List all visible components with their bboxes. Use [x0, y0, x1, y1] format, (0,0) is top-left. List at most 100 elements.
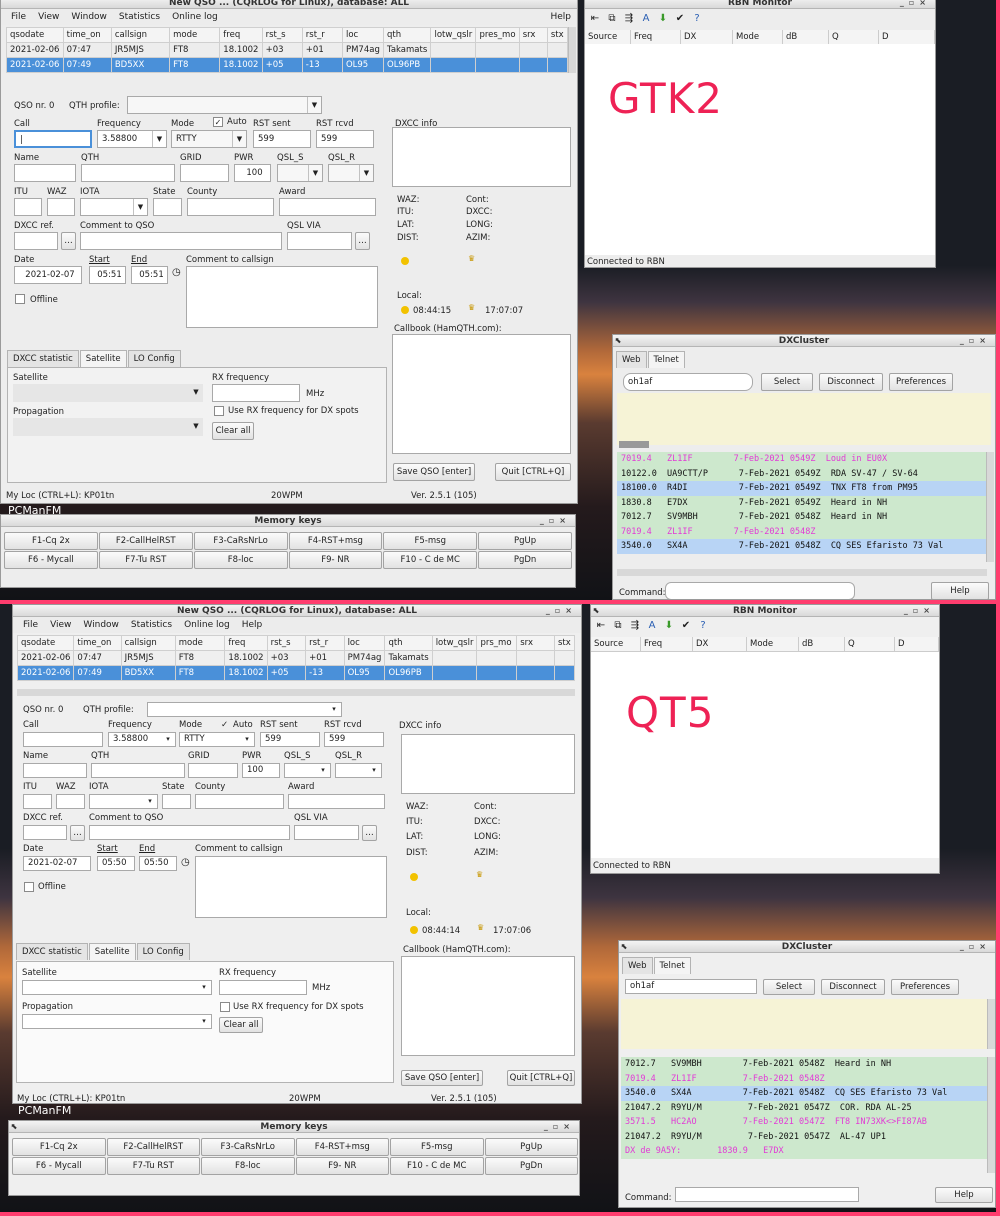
rbn-column-header[interactable]: Freq — [641, 637, 693, 651]
disconnect-icon[interactable]: ⇤ — [588, 12, 602, 26]
offline-checkbox[interactable] — [15, 294, 25, 304]
rbn-column-header[interactable]: D — [895, 637, 939, 651]
mode-select[interactable]: RTTY ▾ — [179, 732, 255, 747]
call-input[interactable] — [23, 732, 103, 747]
filter-icon[interactable]: ⇶ — [628, 619, 642, 633]
menu-window[interactable]: Window — [77, 620, 125, 630]
spot-hscroll[interactable] — [617, 569, 987, 576]
download-icon[interactable]: ⬇ — [662, 619, 676, 633]
save-qso-button[interactable]: Save QSO [enter] — [401, 1070, 483, 1086]
rbn-column-header[interactable]: Source — [585, 30, 631, 44]
tab-satellite[interactable]: Satellite — [79, 350, 127, 367]
column-header[interactable]: qth — [384, 635, 433, 651]
preferences-button[interactable]: Preferences — [889, 373, 953, 391]
end-input[interactable]: 05:51 — [131, 266, 168, 284]
auto-checkbox[interactable]: ✓ — [213, 117, 223, 127]
rbn-column-header[interactable]: DX — [681, 30, 733, 44]
rbn-column-header[interactable]: Freq — [631, 30, 681, 44]
propagation-select[interactable]: ▼ — [13, 418, 203, 436]
call-input[interactable]: | — [14, 130, 92, 148]
console-scroll[interactable] — [619, 441, 649, 448]
column-header[interactable]: mode — [169, 27, 221, 43]
qth-profile-select[interactable]: ▾ — [147, 702, 342, 717]
clear-all-button[interactable]: Clear all — [219, 1017, 263, 1033]
satellite-select[interactable]: ▾ — [22, 980, 212, 995]
tab-lo-config[interactable]: LO Config — [136, 943, 190, 960]
column-header[interactable]: lotw_qslr — [430, 27, 477, 43]
clear-all-button[interactable]: Clear all — [212, 422, 254, 440]
qsl-s-select[interactable]: ▼ — [277, 164, 323, 182]
start-input[interactable]: 05:50 — [97, 856, 135, 871]
column-header[interactable]: lotw_qslr — [431, 635, 478, 651]
filter-icon[interactable]: ⇶ — [622, 12, 636, 26]
rx-frequency-input[interactable] — [212, 384, 300, 402]
memory-key-button[interactable]: F3-CaRsNrLo — [193, 532, 288, 550]
copy-icon[interactable]: ⧉ — [611, 619, 625, 633]
spot-scrollbar[interactable] — [987, 1057, 995, 1173]
column-header[interactable]: stx — [553, 635, 576, 651]
spot-row[interactable]: 7012.7 SV9MBH 7-Feb-2021 0548Z Heard in … — [621, 1057, 987, 1072]
column-header[interactable]: freq — [224, 635, 268, 651]
column-header[interactable]: srx — [516, 635, 555, 651]
column-header[interactable]: loc — [343, 635, 386, 651]
iota-select[interactable]: ▾ — [89, 794, 158, 809]
comment-callsign-box[interactable] — [195, 856, 387, 918]
name-input[interactable] — [14, 164, 76, 182]
table-hscroll[interactable] — [17, 689, 575, 696]
rst-sent-input[interactable]: 599 — [253, 130, 311, 148]
select-button[interactable]: Select — [761, 373, 813, 391]
menu-statistics[interactable]: Statistics — [125, 620, 178, 630]
table-row[interactable]: 2021-02-06 07:47 JR5MJS FT8 18.1002 +03 +01 PM7… — [6, 42, 569, 58]
spot-row[interactable]: 3540.0 SX4A 7-Feb-2021 0548Z CQ SES Efar… — [621, 1086, 987, 1101]
memory-key-button[interactable]: F6 - Mycall — [4, 551, 98, 569]
console-scrollbar[interactable] — [987, 999, 995, 1049]
state-input[interactable] — [153, 198, 182, 216]
column-header[interactable]: mode — [174, 635, 226, 651]
menu-online-log[interactable]: Online log — [166, 12, 224, 22]
memory-key-button[interactable]: F2-CallHelRST — [106, 1138, 200, 1156]
column-header[interactable]: rst_s — [261, 27, 303, 43]
memory-key-button[interactable]: F10 - C de MC — [383, 551, 478, 569]
rst-sent-input[interactable]: 599 — [260, 732, 320, 747]
state-input[interactable] — [162, 794, 191, 809]
dxcc-ref-input[interactable] — [23, 825, 67, 840]
memory-key-button[interactable]: F4-RST+msg — [295, 1138, 389, 1156]
award-input[interactable] — [288, 794, 385, 809]
qth-input[interactable] — [81, 164, 175, 182]
preferences-button[interactable]: Preferences — [891, 979, 959, 995]
column-header[interactable]: qth — [383, 27, 432, 43]
check-icon[interactable]: ✔ — [679, 619, 693, 633]
tab-dxcc-statistic[interactable]: DXCC statistic — [16, 943, 88, 960]
column-header[interactable]: qsodate — [16, 635, 75, 651]
rbn-column-header[interactable]: dB — [783, 30, 829, 44]
qsl-via-browse-button[interactable]: … — [355, 232, 370, 250]
qsl-via-input[interactable] — [287, 232, 352, 250]
qsl-via-input[interactable] — [294, 825, 359, 840]
disconnect-button[interactable]: Disconnect — [821, 979, 885, 995]
column-header[interactable]: srx — [518, 27, 548, 43]
tab-telnet[interactable]: Telnet — [647, 351, 685, 368]
tab-dxcc-statistic[interactable]: DXCC statistic — [7, 350, 79, 367]
column-header[interactable]: stx — [546, 27, 569, 43]
spot-row[interactable]: 7012.7 SV9MBH 7-Feb-2021 0548Z Heard in … — [617, 510, 987, 525]
help-icon[interactable]: ? — [690, 12, 704, 26]
spot-row[interactable]: 21047.2 R9YU/M 7-Feb-2021 0547Z AL-47 UP… — [621, 1129, 987, 1144]
rbn-column-header[interactable]: Q — [845, 637, 895, 651]
pwr-input[interactable]: 100 — [234, 164, 271, 182]
memory-key-button[interactable]: F6 - Mycall — [12, 1157, 106, 1175]
memory-key-button[interactable]: F10 - C de MC — [390, 1157, 484, 1175]
memory-key-button[interactable]: PgUp — [484, 1138, 578, 1156]
rbn-column-header[interactable]: dB — [799, 637, 845, 651]
dxcc-ref-input[interactable] — [14, 232, 58, 250]
memory-key-button[interactable]: F2-CallHelRST — [98, 532, 193, 550]
clock-icon[interactable]: ◷ — [181, 857, 190, 868]
name-input[interactable] — [23, 763, 87, 778]
rst-rcvd-input[interactable]: 599 — [324, 732, 384, 747]
spot-row[interactable]: DX de 9A5Y: 1830.9 E7DX — [621, 1144, 987, 1159]
rbn-column-header[interactable]: DX — [693, 637, 747, 651]
date-input[interactable]: 2021-02-07 — [23, 856, 91, 871]
comment-qso-input[interactable] — [80, 232, 282, 250]
table-row[interactable]: 2021-02-06 07:49 BD5XX FT8 18.1002 +05 -13 OL95… — [6, 57, 569, 73]
spot-row[interactable]: 7019.4 ZL1IF 7-Feb-2021 0548Z — [617, 524, 987, 539]
memory-key-button[interactable]: F1-Cq 2x — [4, 532, 98, 550]
